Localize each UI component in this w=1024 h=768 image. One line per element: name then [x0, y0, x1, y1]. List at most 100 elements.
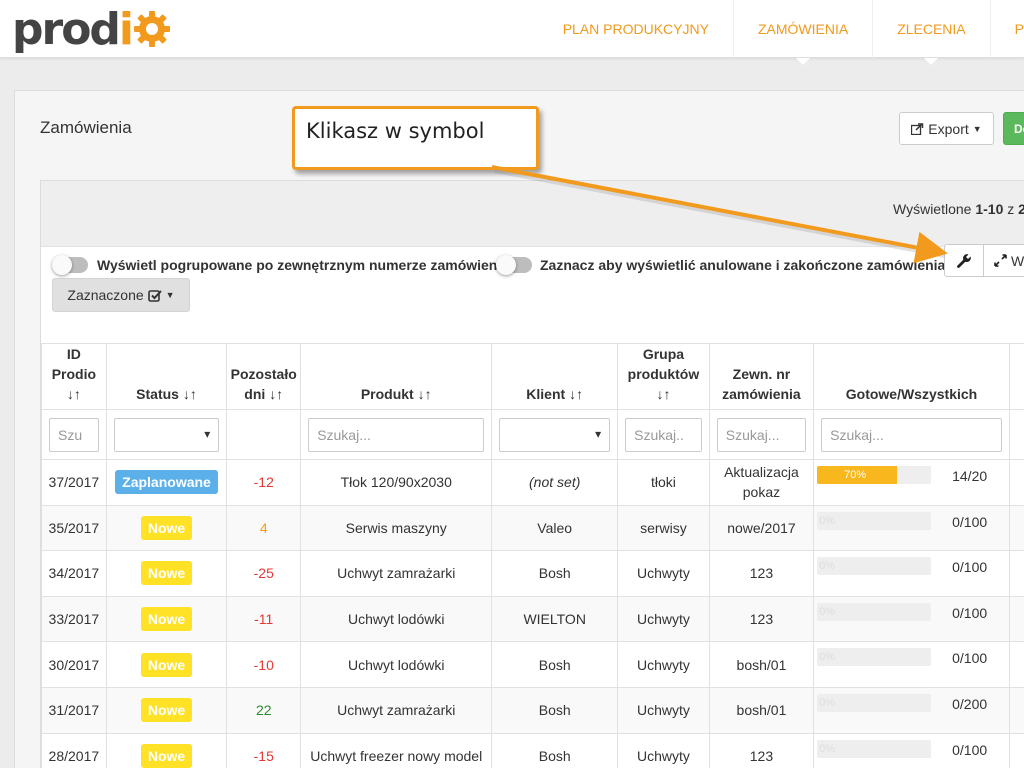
order-id[interactable]: 28/2017	[41, 732, 107, 768]
cancelled-toggle-label: Zaznacz aby wyświetlić anulowane i zakoń…	[540, 257, 946, 273]
progress-bar: 0%	[817, 739, 932, 758]
status-badge: Nowe	[140, 607, 193, 632]
col-client[interactable]: Klient ↓↑	[491, 343, 619, 410]
product-name: Tłok 120/90x2030	[300, 459, 493, 506]
product-name: Uchwyt lodówki	[300, 595, 493, 643]
table-row[interactable]: 28/2017 Nowe -15 Uchwyt freezer nowy model B…	[41, 732, 1024, 768]
progress-cell: 0% 0/100	[813, 595, 1010, 643]
progress-cell: 70% 14/20	[813, 459, 1010, 506]
order-id[interactable]: 33/2017	[41, 595, 107, 643]
product-name: Uchwyt lodówki	[300, 641, 493, 688]
grouped-toggle-label: Wyświetl pogrupowane po zewnętrznym nume…	[97, 257, 510, 273]
external-order-number: bosh/01	[708, 686, 815, 734]
orders-table-container: Wyświetlone 1-10 z 2 Wyświetl pogrupowan…	[40, 180, 1024, 768]
selected-actions-button[interactable]: Zaznaczone ▼	[52, 278, 190, 312]
progress-cell: 0% 0/100	[813, 732, 1010, 768]
share-icon	[911, 122, 924, 135]
col-group[interactable]: Grupa produktów ↓↑	[617, 343, 710, 410]
product-group: Uchwyty	[617, 550, 710, 597]
col-product-label: Produkt	[360, 386, 414, 402]
check-square-icon	[147, 289, 162, 302]
progress-bar: 0%	[817, 648, 932, 667]
selected-label: Zaznaczone	[67, 287, 144, 303]
row-extra-cell	[1008, 732, 1024, 768]
status-badge: Nowe	[140, 698, 193, 723]
nav-zlecenia[interactable]: ZLECENIA	[872, 0, 989, 65]
export-label: Export	[928, 120, 969, 137]
grouped-toggle[interactable]	[52, 255, 88, 275]
sort-icon: ↓↑	[269, 386, 284, 402]
sort-icon: ↓↑	[569, 386, 584, 402]
days-remaining: -25	[226, 550, 302, 597]
progress-bar: 0%	[817, 693, 932, 712]
sort-icon: ↓↑	[182, 386, 197, 402]
product-name: Serwis maszyny	[300, 504, 493, 552]
filter-cell-ready: Szukaj...	[813, 409, 1010, 460]
order-id[interactable]: 31/2017	[41, 686, 107, 734]
progress-count: 0/100	[952, 650, 988, 667]
progress-fill: 0%	[819, 696, 836, 709]
product-group: Uchwyty	[617, 732, 710, 768]
top-navbar: prod i PLAN PRODUKCYJNY ZAMÓWIENIA ZLECE…	[0, 0, 1024, 65]
col-status[interactable]: Status ↓↑	[105, 343, 228, 410]
table-row[interactable]: 37/2017 Zaplanowane -12 Tłok 120/90x2030 (no…	[41, 459, 1024, 506]
progress-cell: 0% 0/200	[813, 686, 1010, 734]
client-filter-select[interactable]	[499, 417, 611, 452]
export-button[interactable]: Export ▼	[899, 112, 994, 145]
progress-fill: 0%	[819, 605, 836, 618]
filter-cell-extra	[1008, 409, 1024, 460]
table-row[interactable]: 34/2017 Nowe -25 Uchwyt zamrażarki Bosh Uchwy…	[41, 550, 1024, 597]
order-id[interactable]: 37/2017	[41, 459, 107, 506]
product-filter-input[interactable]: Szukaj...	[308, 417, 485, 452]
table-row[interactable]: 30/2017 Nowe -10 Uchwyt lodówki Bosh Uchwyty b…	[41, 641, 1024, 688]
client-name: Bosh	[491, 732, 619, 768]
progress-cell: 0% 0/100	[813, 641, 1010, 688]
fullscreen-button[interactable]: W	[984, 244, 1024, 277]
progress-bar: 0%	[817, 557, 932, 576]
row-extra-cell	[1008, 686, 1024, 734]
group-filter-input[interactable]: Szukaj..	[625, 417, 702, 452]
progress-fill: 0%	[819, 514, 836, 527]
client-name: Bosh	[491, 686, 619, 734]
prodio-logo[interactable]: prod i	[12, 3, 171, 55]
order-id[interactable]: 34/2017	[41, 550, 107, 597]
id-filter-input[interactable]: Szu	[49, 417, 99, 452]
nav-plan-produkcyjny[interactable]: PLAN PRODUKCYJNY	[539, 0, 733, 58]
progress-cell: 0% 0/100	[813, 504, 1010, 552]
progress-count: 0/100	[952, 513, 988, 530]
status-filter-select[interactable]	[113, 417, 220, 452]
table-row[interactable]: 35/2017 Nowe 4 Serwis maszyny Valeo serwisy no…	[41, 504, 1024, 552]
nav-more[interactable]: P	[989, 0, 1024, 58]
col-ready: Gotowe/Wszystkich	[813, 343, 1010, 410]
row-extra-cell	[1008, 504, 1024, 552]
table-row[interactable]: 33/2017 Nowe -11 Uchwyt lodówki WIELTON Uchwy…	[41, 595, 1024, 643]
logo-text-prod: prod	[12, 3, 121, 55]
fullscreen-label: W	[1011, 252, 1024, 269]
table-row[interactable]: 31/2017 Nowe 22 Uchwyt zamrażarki Bosh Uchwyt…	[41, 686, 1024, 734]
col-id[interactable]: ID Prodio ↓↑	[41, 343, 107, 410]
product-group: serwisy	[617, 504, 710, 552]
add-order-button[interactable]: Do	[1003, 112, 1024, 145]
filter-cell-id: Szu	[41, 409, 107, 460]
days-remaining: -10	[226, 641, 302, 688]
ext-filter-input[interactable]: Szukaj...	[716, 417, 807, 452]
column-settings-button[interactable]	[944, 244, 984, 277]
summary-total: 2	[1018, 201, 1024, 217]
sort-icon: ↓↑	[66, 386, 81, 402]
external-order-number: 123	[708, 550, 815, 597]
toggle-knob	[496, 255, 516, 275]
wrench-icon	[957, 253, 971, 268]
col-status-label: Status	[136, 386, 179, 402]
order-id[interactable]: 35/2017	[41, 504, 107, 552]
annotation-callout: Klikasz w symbol	[292, 106, 539, 170]
progress-count: 0/100	[952, 604, 988, 621]
cancelled-toggle[interactable]	[496, 255, 532, 275]
order-id[interactable]: 30/2017	[41, 641, 107, 688]
nav-zamowienia[interactable]: ZAMÓWIENIA	[732, 0, 872, 65]
col-product[interactable]: Produkt ↓↑	[300, 343, 493, 410]
status-cell: Nowe	[105, 504, 228, 552]
product-group: Uchwyty	[617, 595, 710, 643]
col-remaining[interactable]: Pozostało dni ↓↑	[226, 343, 302, 410]
ready-filter-input[interactable]: Szukaj...	[821, 417, 1002, 452]
table-tools: W	[944, 244, 1024, 277]
